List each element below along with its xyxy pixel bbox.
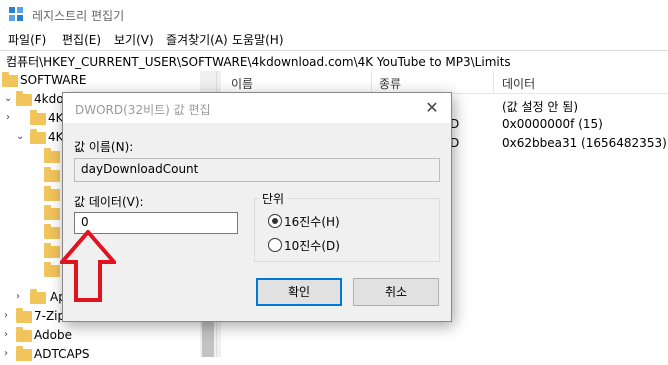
folder-icon[interactable] — [44, 224, 60, 239]
chevron-down-icon[interactable]: ⌄ — [16, 131, 26, 143]
folder-icon[interactable] — [44, 186, 60, 201]
list-header: 이름 종류 데이터 — [221, 71, 668, 94]
radio-decimal-label[interactable]: 10진수(D) — [284, 237, 340, 254]
base-group-label: 단위 — [259, 190, 288, 207]
radio-hex-label[interactable]: 16진수(H) — [284, 213, 340, 230]
chevron-right-icon[interactable]: › — [4, 310, 14, 322]
radio-decimal[interactable] — [268, 238, 282, 252]
folder-icon[interactable] — [44, 243, 60, 258]
tree-item-label: ADTCAPS — [34, 347, 90, 361]
folder-icon[interactable] — [44, 262, 60, 277]
folder-icon — [16, 308, 32, 323]
window-title: 레지스트리 편집기 — [32, 9, 125, 23]
folder-icon — [16, 327, 32, 342]
title-bar: 레지스트리 편집기 — [0, 0, 668, 28]
menu-file[interactable]: 파일(F) — [8, 31, 46, 48]
menu-edit[interactable]: 편집(E) — [62, 31, 101, 48]
tree-item-label: SOFTWARE — [20, 73, 87, 87]
radio-hex[interactable] — [268, 214, 282, 228]
cancel-button[interactable]: 취소 — [353, 278, 439, 306]
menu-bar: 파일(F) 편집(E) 보기(V) 즐겨찾기(A) 도움말(H) — [0, 28, 668, 50]
address-path[interactable]: 컴퓨터\HKEY_CURRENT_USER\SOFTWARE\4kdownloa… — [6, 53, 511, 70]
value-name-label: 값 이름(N): — [74, 140, 134, 154]
chevron-right-icon[interactable]: › — [4, 329, 14, 341]
list-cell-data[interactable]: (값 설정 안 됨) — [502, 98, 578, 115]
menu-favorites[interactable]: 즐겨찾기(A) — [166, 31, 228, 48]
value-data-label: 값 데이터(V): — [74, 195, 144, 209]
chevron-down-icon[interactable]: ⌄ — [4, 93, 14, 105]
dialog-title-bar[interactable]: DWORD(32비트) 값 편집 ✕ — [63, 93, 451, 123]
dialog-title: DWORD(32비트) 값 편집 — [75, 103, 211, 117]
list-cell-data[interactable]: 0x0000000f (15) — [502, 117, 603, 131]
menu-view[interactable]: 보기(V) — [114, 31, 154, 48]
column-data[interactable]: 데이터 — [502, 75, 535, 92]
folder-icon — [30, 129, 46, 144]
value-name-field: dayDownloadCount — [74, 158, 440, 182]
chevron-right-icon[interactable]: › — [16, 291, 26, 303]
dword-edit-dialog: DWORD(32비트) 값 편집 ✕ 값 이름(N): dayDownloadC… — [62, 92, 452, 322]
close-icon[interactable]: ✕ — [421, 97, 443, 119]
column-separator[interactable] — [371, 71, 372, 93]
folder-icon — [30, 110, 46, 125]
column-separator[interactable] — [493, 71, 494, 93]
chevron-right-icon[interactable]: › — [4, 348, 14, 360]
value-name-text: dayDownloadCount — [81, 162, 199, 176]
value-data-text[interactable]: 0 — [81, 215, 89, 229]
folder-icon — [16, 91, 32, 106]
base-group — [254, 198, 440, 262]
folder-icon — [30, 289, 46, 304]
column-type[interactable]: 종류 — [379, 75, 401, 92]
folder-icon — [2, 72, 18, 87]
list-cell-data[interactable]: 0x62bbea31 (1656482353) — [502, 136, 667, 150]
folder-icon[interactable] — [44, 148, 60, 163]
menu-help[interactable]: 도움말(H) — [232, 31, 284, 48]
ok-button[interactable]: 확인 — [256, 278, 342, 306]
chevron-right-icon[interactable]: › — [6, 112, 16, 124]
tree-item-label: Adobe — [34, 328, 72, 342]
annotation-arrow-icon — [60, 230, 116, 302]
address-bar[interactable]: 컴퓨터\HKEY_CURRENT_USER\SOFTWARE\4kdownloa… — [0, 50, 668, 72]
folder-icon[interactable] — [44, 205, 60, 220]
folder-icon[interactable] — [44, 167, 60, 182]
folder-icon — [16, 346, 32, 361]
registry-editor-icon — [9, 7, 23, 21]
column-name[interactable]: 이름 — [231, 75, 253, 92]
tree-item-label: 7-Zip — [34, 309, 66, 323]
